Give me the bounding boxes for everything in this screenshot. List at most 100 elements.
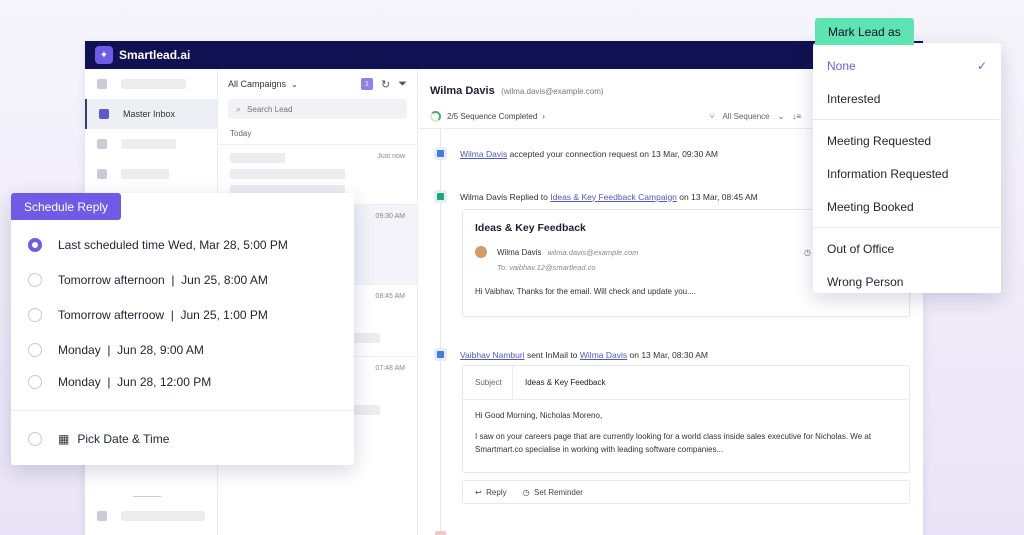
radio[interactable] <box>28 342 42 357</box>
schedule-option[interactable]: Monday | Jun 28, 12:00 PM <box>11 367 354 397</box>
message-body: I saw on your careers page that are curr… <box>475 431 872 454</box>
check-icon: ✓ <box>976 58 987 73</box>
logo-icon: ✦ <box>95 46 113 64</box>
linkedin-icon <box>434 348 447 361</box>
reply-arrow-icon: ↩ <box>475 487 482 497</box>
mark-option-none[interactable]: None ✓ <box>813 49 1001 82</box>
mark-option-out-of-office[interactable]: Out of Office <box>813 232 1001 265</box>
app-icon <box>97 79 107 89</box>
sidebar-item-master-inbox[interactable]: Master Inbox <box>85 99 217 129</box>
search-icon: ⌕ <box>236 103 242 114</box>
option-label: Interested <box>827 91 881 106</box>
event-time: on 13 Mar, 08:30 AM <box>629 349 708 360</box>
schedule-option[interactable]: Tomorrow afternoon | Jun 25, 8:00 AM <box>11 262 354 297</box>
option-label: Last scheduled time Wed, Mar 28, 5:00 PM <box>58 237 288 252</box>
radio[interactable] <box>28 307 42 322</box>
slack-icon <box>97 511 107 521</box>
chevron-right-icon: › <box>542 112 545 121</box>
linkedin-icon <box>434 147 447 160</box>
option-label: Meeting Requested <box>827 133 932 148</box>
option-label: Tomorrow afterroow | Jun 25, 1:00 PM <box>58 307 268 322</box>
sequence-status[interactable]: 2/5 Sequence Completed <box>447 112 537 121</box>
chevron-down-icon[interactable]: ⌄ <box>291 80 298 89</box>
sender-name: Wilma Davis <box>497 247 542 257</box>
actor-link[interactable]: Vaibhav Namburi <box>460 350 525 360</box>
subject-value: Ideas & Key Feedback <box>525 378 606 387</box>
list-item-time: 07:48 AM <box>375 365 405 372</box>
set-reminder-button[interactable]: ◷ Set Reminder <box>523 488 583 497</box>
recipient: To: vaibhav.12@smartlead.co <box>497 263 596 272</box>
mark-option-meeting-requested[interactable]: Meeting Requested <box>813 124 1001 157</box>
schedule-option[interactable]: Last scheduled time Wed, Mar 28, 5:00 PM <box>11 227 354 262</box>
schedule-option[interactable]: Monday | Jun 28, 9:00 AM <box>11 332 354 367</box>
progress-ring-icon <box>430 111 441 122</box>
inmail-card[interactable]: Subject Ideas & Key Feedback Hi Good Mor… <box>462 365 910 473</box>
radio[interactable] <box>28 375 42 389</box>
target-link[interactable]: Wilma Davis <box>580 350 627 360</box>
divider <box>133 496 161 497</box>
search-input[interactable] <box>247 104 388 114</box>
event-text: sent InMail to <box>526 349 578 360</box>
count-badge[interactable]: 1 <box>360 78 373 90</box>
list-header: All Campaigns ⌄ 1 ↻ ⏷ <box>218 69 417 99</box>
top-bar: ✦ Smartlead.ai <box>85 41 923 69</box>
option-label: Monday | Jun 28, 12:00 PM <box>58 375 212 389</box>
radio[interactable] <box>28 431 42 446</box>
reminder-label: Set Reminder <box>534 487 583 497</box>
timeline-event: Wilma Davis Replied to Ideas & Key Feedb… <box>434 190 758 203</box>
schedule-reply-title: Schedule Reply <box>11 193 122 220</box>
event-time: on 13 Mar, 08:45 AM <box>679 191 758 202</box>
campaign-filter[interactable]: All Campaigns <box>228 79 286 89</box>
mark-option-information-requested[interactable]: Information Requested <box>813 157 1001 190</box>
option-label: Information Requested <box>827 166 949 181</box>
sidebar-item-placeholder[interactable] <box>85 159 217 189</box>
sort-icon[interactable]: ↓≡ <box>792 112 801 121</box>
mark-option-wrong-person[interactable]: Wrong Person <box>813 265 1001 298</box>
event-text: Replied to <box>509 191 548 202</box>
avatar <box>475 246 487 258</box>
search-box: ⌕ <box>228 99 407 119</box>
mark-option-interested[interactable]: Interested <box>813 82 1001 115</box>
divider <box>11 410 354 411</box>
reply-button[interactable]: ↩ Reply <box>475 488 507 497</box>
home-icon <box>97 169 107 179</box>
lead-email: (wilma.davis@example.com) <box>501 87 604 96</box>
sidebar-item-placeholder[interactable] <box>85 129 217 159</box>
timeline-event-icon <box>435 531 446 535</box>
option-label: Out of Office <box>827 241 895 256</box>
list-item-time: 08:45 AM <box>375 293 405 300</box>
sequence-filter[interactable]: All Sequence <box>722 112 769 121</box>
mark-option-meeting-booked[interactable]: Meeting Booked <box>813 190 1001 223</box>
inbox-icon <box>99 109 109 119</box>
radio[interactable] <box>28 272 42 287</box>
campaign-link[interactable]: Ideas & Key Feedback Campaign <box>550 192 677 202</box>
option-label: Meeting Booked <box>827 199 914 214</box>
option-label: Wrong Person <box>827 274 904 289</box>
filter-icon[interactable]: ⏷ <box>398 78 407 91</box>
subject-label: Subject <box>463 366 513 399</box>
mark-lead-dropdown: None ✓ Interested Meeting Requested Infor… <box>813 43 1001 293</box>
greeting: Hi Good Morning, Nicholas Moreno, <box>475 411 603 420</box>
reply-label: Reply <box>486 487 507 497</box>
list-item-time: 09:30 AM <box>375 213 405 220</box>
sidebar-item-placeholder[interactable] <box>85 69 217 99</box>
sidebar-item-slack[interactable] <box>85 501 217 531</box>
timeline-event: Vaibhav Namburi sent InMail to Wilma Dav… <box>434 348 708 361</box>
mail-icon <box>97 139 107 149</box>
schedule-option[interactable]: Tomorrow afterroow | Jun 25, 1:00 PM <box>11 297 354 332</box>
radio-selected[interactable] <box>28 237 42 252</box>
sender-email: wilma.davis@example.com <box>547 247 639 257</box>
clock-icon: ◷ <box>522 487 530 497</box>
event-text: accepted your connection request on 13 M… <box>509 148 718 159</box>
option-label: Monday | Jun 28, 9:00 AM <box>58 342 204 357</box>
branch-icon: ⑂ <box>709 112 715 121</box>
actor-link[interactable]: Wilma Davis <box>460 149 507 159</box>
timeline-event: Wilma Davis accepted your connection req… <box>434 147 718 160</box>
card-actions: ↩ Reply ◷ Set Reminder <box>462 480 910 504</box>
actor-name: Wilma Davis <box>460 191 508 202</box>
sidebar-item-label: Master Inbox <box>123 109 176 119</box>
brand-name: Smartlead.ai <box>119 48 191 62</box>
pick-date-time-option[interactable]: ▦ Pick Date & Time <box>11 421 354 456</box>
refresh-icon[interactable]: ↻ <box>381 78 390 91</box>
mark-lead-title: Mark Lead as <box>815 18 914 45</box>
